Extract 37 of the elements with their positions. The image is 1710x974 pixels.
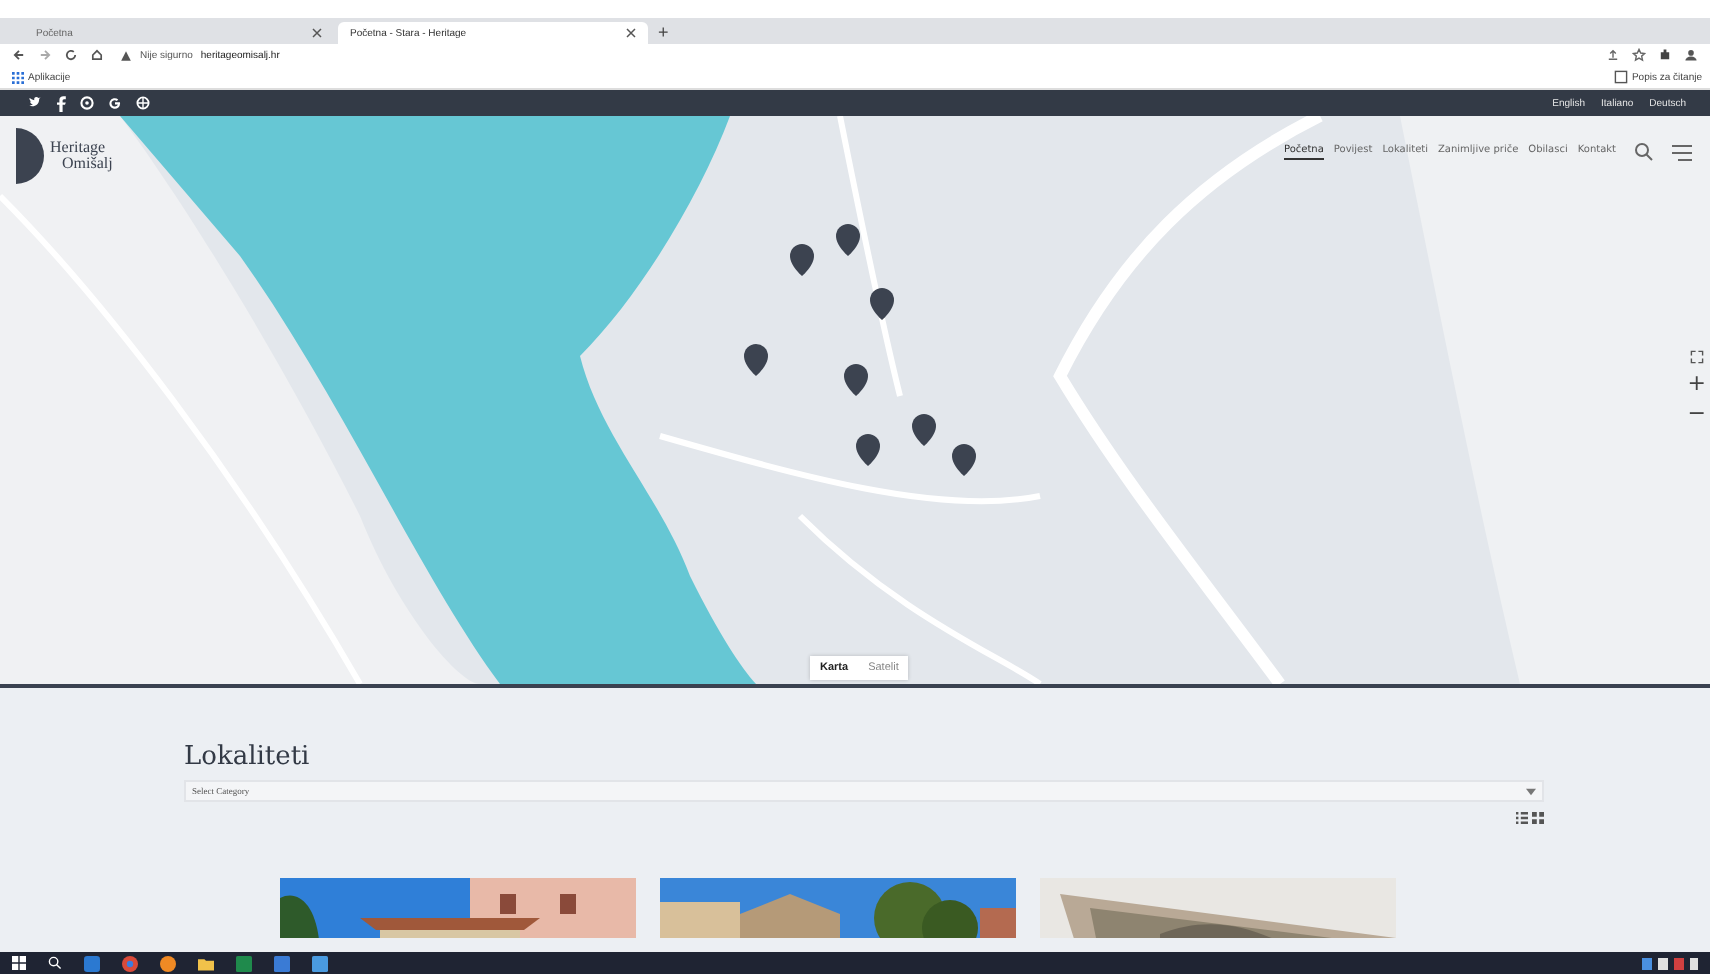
zoom-out-button[interactable]: − [1687, 402, 1706, 424]
facebook-icon[interactable] [56, 95, 66, 111]
globe-icon[interactable] [136, 96, 150, 110]
tray-icon[interactable] [1642, 957, 1698, 969]
share-icon[interactable] [1606, 48, 1620, 62]
close-icon[interactable] [626, 28, 636, 38]
app-icon[interactable] [274, 955, 290, 971]
logo-text: Heritage [50, 140, 108, 156]
fullscreen-icon[interactable] [1689, 350, 1704, 364]
app-icon[interactable] [84, 955, 100, 971]
back-icon[interactable] [12, 48, 26, 62]
section-title: Lokaliteti [184, 742, 312, 772]
heritage-logo[interactable]: Heritage Omišalj [16, 128, 113, 184]
menu-icon[interactable] [1672, 143, 1692, 161]
home-icon[interactable] [90, 48, 104, 62]
spreadsheet-icon[interactable] [236, 955, 252, 971]
twitter-icon[interactable] [28, 96, 42, 110]
app-icon[interactable] [312, 955, 328, 971]
logo-text: Omišalj [62, 156, 113, 172]
browser-icon[interactable] [160, 955, 176, 971]
warning-icon [120, 49, 132, 61]
star-icon[interactable] [1632, 48, 1646, 62]
reload-icon[interactable] [64, 48, 78, 62]
close-icon[interactable] [312, 28, 322, 38]
puzzle-icon[interactable] [1658, 48, 1672, 62]
windows-start-icon[interactable] [12, 956, 26, 970]
caret-icon [1526, 787, 1536, 795]
grid-view-icon[interactable] [1532, 812, 1544, 824]
list-view-icon[interactable] [1516, 812, 1528, 824]
logo-emblem-icon [16, 128, 44, 184]
zoom-in-button[interactable]: + [1687, 372, 1706, 394]
new-tab-button[interactable]: + [652, 22, 675, 44]
browser-icon[interactable] [122, 955, 138, 971]
apps-grid-icon [12, 71, 24, 83]
google-icon[interactable] [108, 96, 122, 110]
profile-icon[interactable] [1684, 48, 1698, 62]
search-icon[interactable] [48, 956, 62, 970]
